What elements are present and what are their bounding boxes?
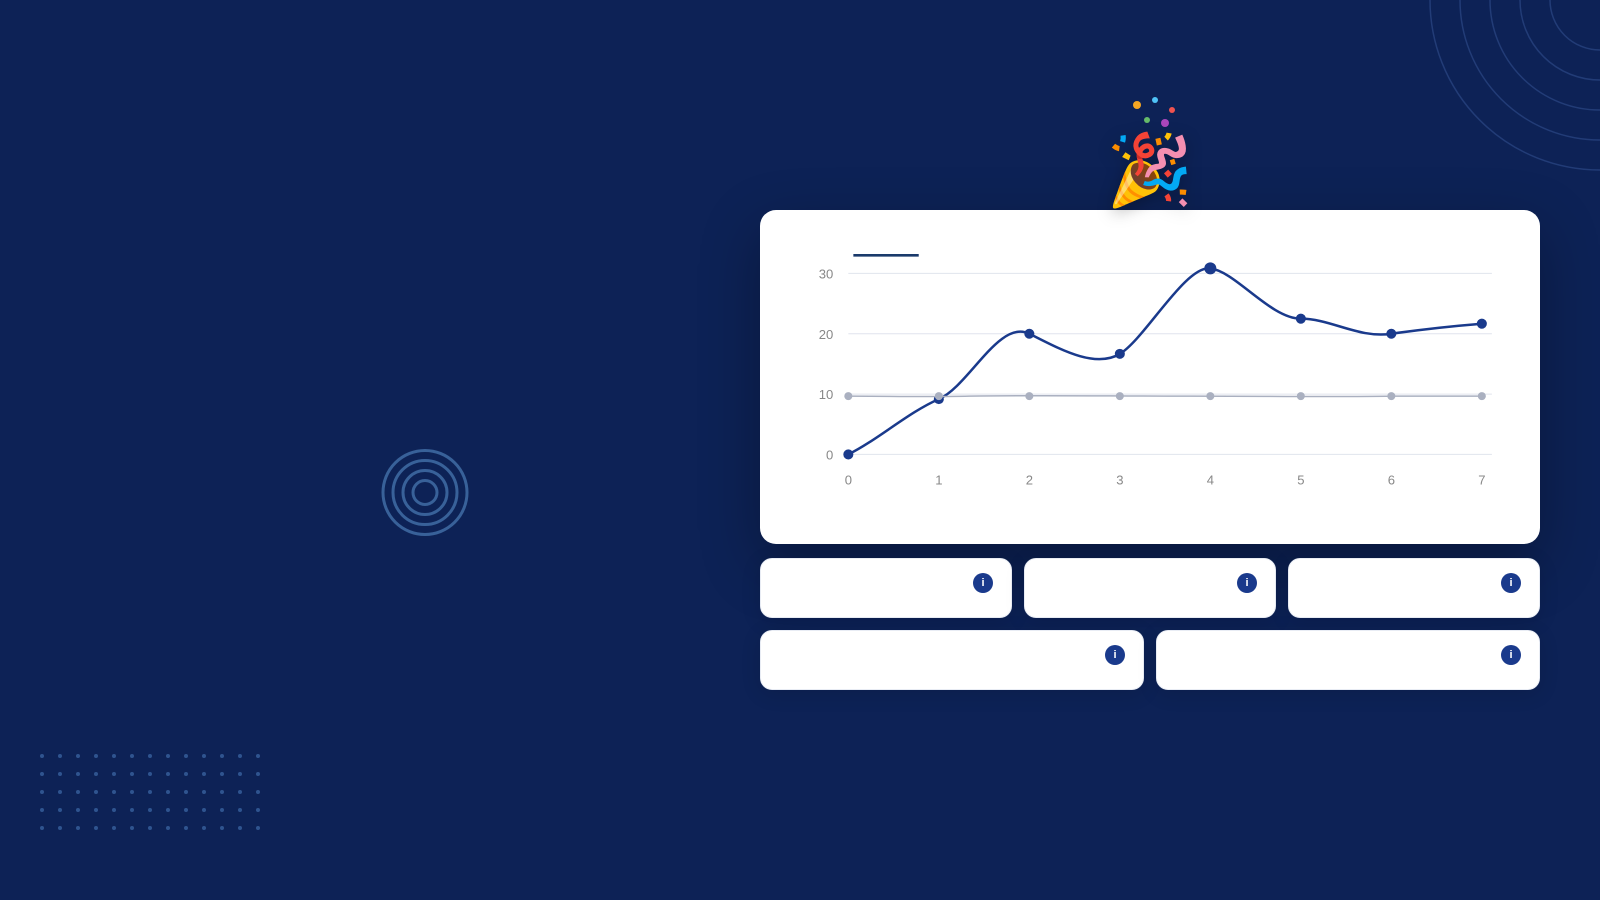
- emoji-decoration: 🎉: [1106, 130, 1193, 212]
- metrics-row-1: i i i: [760, 558, 1540, 618]
- metric-card-icart-conversion: i: [1156, 630, 1540, 690]
- target-icon: [380, 448, 470, 538]
- svg-text:2: 2: [1026, 473, 1033, 488]
- svg-text:0: 0: [826, 447, 833, 462]
- chart-card: 30 20 10 0 0 1 2 3 4 5 6 7: [760, 210, 1540, 544]
- info-icon-app-orders[interactable]: i: [1237, 573, 1257, 593]
- svg-text:1: 1: [935, 473, 942, 488]
- confetti-decoration: [1127, 95, 1187, 135]
- info-icon-roi[interactable]: i: [973, 573, 993, 593]
- metrics-row-2: i i: [760, 630, 1540, 690]
- metric-header-roi: i: [779, 573, 993, 593]
- line-chart: 30 20 10 0 0 1 2 3 4 5 6 7: [788, 234, 1512, 524]
- dot-grid-decoration: const grid = document.querySelector('.do…: [40, 754, 270, 840]
- metric-card-icart-impressions: i: [760, 630, 1144, 690]
- metric-card-total-store-orders: i: [1288, 558, 1540, 618]
- metric-header-icart-impressions: i: [779, 645, 1125, 665]
- svg-text:7: 7: [1478, 473, 1485, 488]
- svg-text:5: 5: [1297, 473, 1304, 488]
- info-icon-icart-conversion[interactable]: i: [1501, 645, 1521, 665]
- svg-text:6: 6: [1388, 473, 1395, 488]
- target-icon-wrap: [380, 448, 470, 543]
- svg-text:4: 4: [1207, 473, 1214, 488]
- metric-card-app-orders-aov: i: [1024, 558, 1276, 618]
- svg-text:0: 0: [845, 473, 852, 488]
- metric-header-app-orders: i: [1043, 573, 1257, 593]
- info-icon-total-store[interactable]: i: [1501, 573, 1521, 593]
- svg-text:3: 3: [1116, 473, 1123, 488]
- metric-card-roi: i: [760, 558, 1012, 618]
- svg-text:10: 10: [819, 387, 834, 402]
- metric-header-icart-conversion: i: [1175, 645, 1521, 665]
- dashboard-container: 🎉 30 20 10 0 0: [760, 210, 1540, 690]
- svg-text:30: 30: [819, 266, 834, 281]
- chart-area: 30 20 10 0 0 1 2 3 4 5 6 7: [788, 234, 1512, 524]
- svg-text:20: 20: [819, 327, 834, 342]
- metric-header-total-store: i: [1307, 573, 1521, 593]
- info-icon-icart-impressions[interactable]: i: [1105, 645, 1125, 665]
